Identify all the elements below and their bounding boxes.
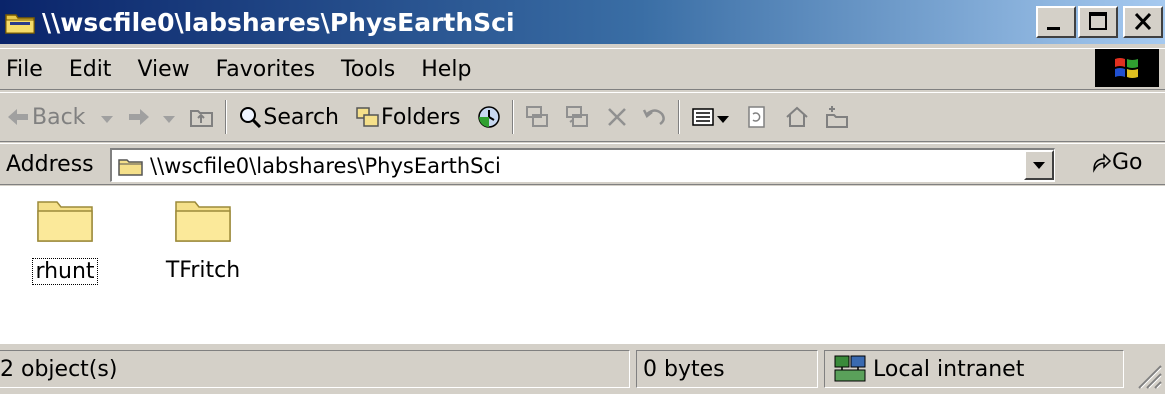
toolbar-separator — [678, 100, 681, 134]
forward-dropdown-icon[interactable] — [161, 105, 177, 130]
address-dropdown-button[interactable] — [1024, 150, 1054, 180]
address-input[interactable]: \\wscfile0\labshares\PhysEarthSci — [110, 148, 1055, 182]
refresh-button[interactable] — [744, 104, 770, 130]
history-button[interactable] — [476, 104, 502, 130]
maximize-button[interactable] — [1078, 6, 1118, 38]
status-zone-text: Local intranet — [873, 356, 1025, 382]
status-objects: 2 object(s) — [0, 350, 630, 388]
menu-tools[interactable]: Tools — [341, 57, 395, 82]
back-dropdown-icon[interactable] — [99, 105, 115, 130]
status-bar: 2 object(s) 0 bytes Local intranet — [0, 346, 1165, 394]
new-folder-icon — [824, 104, 850, 130]
folders-label: Folders — [381, 104, 461, 130]
status-zone: Local intranet — [824, 350, 1124, 388]
folders-icon — [355, 104, 381, 130]
undo-icon — [642, 104, 668, 130]
go-label: Go — [1112, 150, 1143, 175]
local-intranet-icon — [833, 354, 869, 384]
search-button[interactable]: Search — [237, 104, 339, 130]
move-to-icon — [524, 104, 550, 130]
up-folder-icon — [189, 104, 215, 130]
copy-to-icon — [564, 104, 590, 130]
delete-button[interactable] — [604, 104, 630, 130]
back-arrow-icon — [6, 104, 32, 130]
address-label: Address — [6, 151, 94, 177]
search-label: Search — [263, 104, 340, 130]
go-button[interactable]: Go — [1090, 150, 1143, 175]
menu-favorites[interactable]: Favorites — [216, 57, 315, 82]
home-button[interactable] — [784, 104, 810, 130]
close-button[interactable] — [1123, 6, 1163, 38]
menu-help[interactable]: Help — [421, 57, 471, 82]
refresh-icon — [744, 104, 770, 130]
back-button[interactable]: Back — [6, 104, 115, 130]
menu-file[interactable]: File — [6, 57, 43, 82]
move-to-button[interactable] — [524, 104, 550, 130]
toolbar-separator — [512, 100, 515, 134]
folder-item-rhunt[interactable]: rhunt — [10, 196, 120, 285]
folder-icon — [4, 8, 36, 36]
delete-icon — [604, 104, 630, 130]
resize-grip[interactable] — [1133, 360, 1163, 390]
folder-icon — [173, 196, 233, 244]
address-value: \\wscfile0\labshares\PhysEarthSci — [150, 153, 501, 178]
history-icon — [476, 104, 502, 130]
forward-arrow-icon — [125, 104, 151, 130]
up-folder-button[interactable] — [189, 104, 215, 130]
folder-label: rhunt — [32, 258, 98, 285]
folder-label: TFritch — [165, 258, 241, 283]
folders-button[interactable]: Folders — [355, 104, 460, 130]
status-size-text: 0 bytes — [643, 356, 725, 382]
standard-toolbar: Back Search Folders — [0, 92, 1165, 142]
go-arrow-icon — [1090, 152, 1112, 174]
status-size: 0 bytes — [636, 350, 818, 388]
views-dropdown-icon[interactable] — [716, 105, 730, 130]
new-folder-button[interactable] — [824, 104, 850, 130]
views-button[interactable] — [690, 104, 730, 130]
search-icon — [237, 104, 263, 130]
file-list-view[interactable]: rhunt TFritch — [0, 186, 1165, 344]
views-icon — [690, 104, 716, 130]
menu-view[interactable]: View — [137, 57, 189, 82]
address-folder-icon — [118, 155, 144, 177]
menu-bar: File Edit View Favorites Tools Help — [0, 48, 1165, 90]
address-bar: Address \\wscfile0\labshares\PhysEarthSc… — [0, 143, 1165, 185]
minimize-button[interactable] — [1036, 6, 1076, 38]
undo-button[interactable] — [642, 104, 668, 130]
home-icon — [784, 104, 810, 130]
folder-icon — [35, 196, 95, 244]
copy-to-button[interactable] — [564, 104, 590, 130]
window-title: \\wscfile0\labshares\PhysEarthSci — [42, 7, 515, 37]
back-label: Back — [32, 104, 86, 130]
title-bar[interactable]: \\wscfile0\labshares\PhysEarthSci — [0, 0, 1165, 44]
forward-button[interactable] — [125, 104, 177, 130]
windows-logo-icon — [1095, 49, 1159, 87]
status-objects-text: 2 object(s) — [0, 356, 118, 382]
toolbar-separator — [225, 100, 228, 134]
folder-item-tfritch[interactable]: TFritch — [148, 196, 258, 283]
menu-edit[interactable]: Edit — [69, 57, 112, 82]
